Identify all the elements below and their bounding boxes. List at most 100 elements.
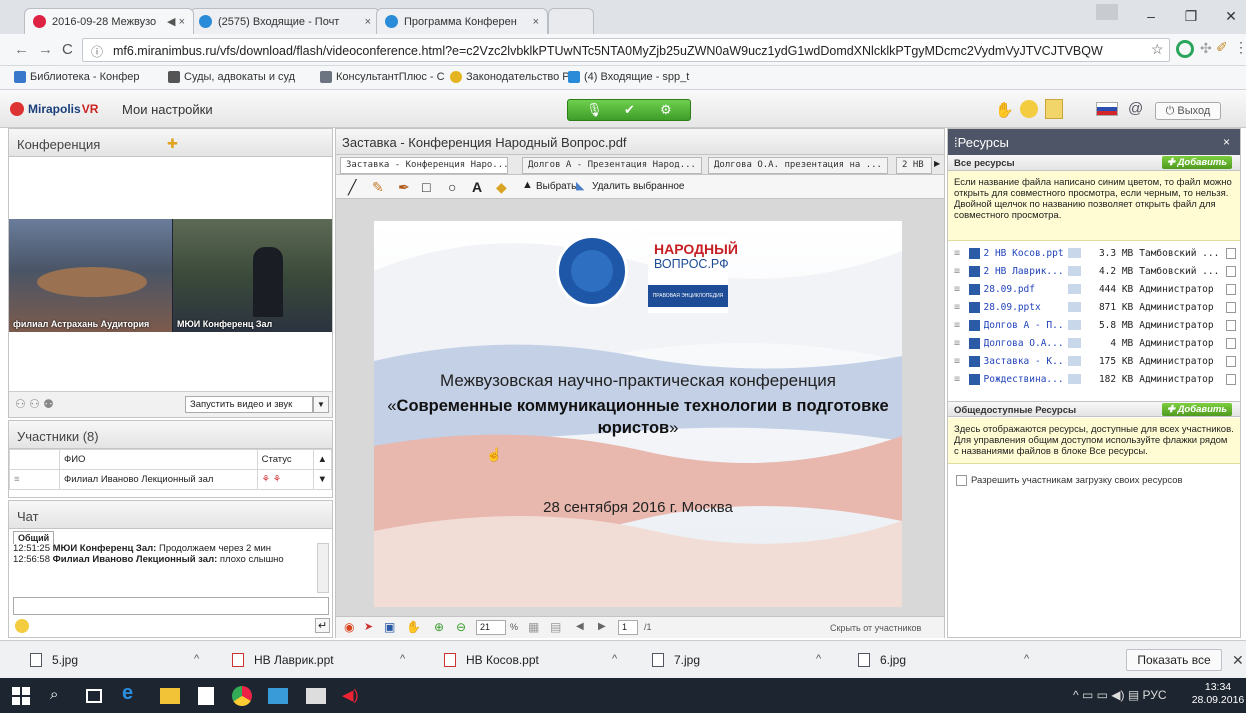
resource-row[interactable]: ≡ Рождествина... 182 KB Администратор xyxy=(954,371,1236,387)
allow-upload-checkbox[interactable]: Разрешить участникам загрузку своих ресу… xyxy=(956,475,1183,486)
resource-name[interactable]: 28.09.pdf xyxy=(984,284,1066,295)
fit-page-icon[interactable]: ▤ xyxy=(550,620,561,634)
preview-icon[interactable] xyxy=(1067,338,1081,348)
chrome-icon[interactable] xyxy=(232,686,252,706)
video-tile-myui[interactable]: МЮИ Конференц Зал xyxy=(173,219,332,332)
browser-tab-conference[interactable]: 2016-09-28 Межвузо ◀ × xyxy=(24,8,194,34)
preview-icon[interactable] xyxy=(1067,320,1081,330)
doc-tab-dolgov[interactable]: Долгов А - Презентация Народ... xyxy=(522,157,702,174)
chevron-right-icon[interactable]: ▶ xyxy=(934,159,940,168)
hide-from-participants-link[interactable]: Скрыть от участников xyxy=(830,623,921,633)
app-icon[interactable] xyxy=(268,688,288,704)
info-icon[interactable]: ⓘ xyxy=(91,43,103,60)
drag-handle-icon[interactable]: ≡ xyxy=(954,266,965,277)
exit-button[interactable]: ⏻ Выход xyxy=(1155,102,1221,120)
resource-row[interactable]: ≡ 28.09.pdf 444 KB Администратор xyxy=(954,281,1236,297)
drag-handle-icon[interactable]: ≡ xyxy=(954,374,965,385)
share-checkbox[interactable] xyxy=(1225,283,1236,295)
marker-icon[interactable]: ✒ xyxy=(398,179,410,196)
share-checkbox[interactable] xyxy=(1225,247,1236,259)
edge-icon[interactable]: e xyxy=(122,682,142,704)
share-checkbox[interactable] xyxy=(1225,319,1236,331)
photos-icon[interactable] xyxy=(306,688,326,704)
chevron-up-icon[interactable]: ^ xyxy=(400,653,405,665)
select-button[interactable]: Выбрать xyxy=(536,181,576,192)
doc-tab-nv[interactable]: 2 НВ xyxy=(896,157,932,174)
eraser-icon[interactable]: ◆ xyxy=(496,179,507,196)
doc-tab-splash[interactable]: Заставка - Конференция Наро... xyxy=(340,157,508,174)
resource-name[interactable]: 2 НВ Лаврик... xyxy=(984,266,1066,277)
select-icon[interactable]: ▲ xyxy=(522,179,533,191)
drag-handle-icon[interactable]: ≡ xyxy=(954,284,965,295)
store-icon[interactable] xyxy=(198,687,214,705)
url-bar[interactable]: ⓘ mf6.miranimbus.ru/vfs/download/flash/v… xyxy=(82,38,1170,62)
scrollbar[interactable]: ▼ xyxy=(312,469,333,490)
download-item[interactable]: 6.jpg xyxy=(858,653,906,667)
download-item[interactable]: НВ Лаврик.ppt xyxy=(232,653,334,667)
chat-scrollbar[interactable] xyxy=(317,543,329,593)
scrollbar[interactable]: ▲ xyxy=(312,449,333,470)
speaker-icon[interactable]: ◀) xyxy=(342,686,362,706)
resource-name[interactable]: Рождествина... xyxy=(984,374,1066,385)
add-public-resource-button[interactable]: ✚ Добавить xyxy=(1162,403,1232,416)
download-item[interactable]: НВ Косов.ppt xyxy=(444,653,539,667)
close-window-button[interactable]: ✕ xyxy=(1216,6,1246,26)
zoom-in-icon[interactable]: ⊕ xyxy=(434,620,444,634)
hand-icon[interactable]: ✋ xyxy=(995,101,1014,119)
emoji-icon[interactable] xyxy=(1020,100,1038,118)
zoom-input[interactable]: 21 xyxy=(476,620,506,635)
checkbox[interactable] xyxy=(956,475,967,486)
profile-icon[interactable] xyxy=(1096,4,1118,20)
drag-handle-icon[interactable]: ≡ xyxy=(954,356,965,367)
bookmark-law[interactable]: Законодательство Ро xyxy=(450,71,575,83)
emoji-icon[interactable] xyxy=(15,619,29,633)
search-icon[interactable]: ⌕ xyxy=(50,686,70,706)
preview-icon[interactable] xyxy=(1067,266,1081,276)
system-tray[interactable]: ^ ▭ ▭ ◀) ▤ РУС xyxy=(1073,688,1167,702)
bookmark-consultant[interactable]: КонсультантПлюс - С xyxy=(320,71,445,83)
close-icon[interactable]: ✕ xyxy=(1232,652,1244,669)
drag-handle-icon[interactable]: ≡ xyxy=(954,302,965,313)
share-checkbox[interactable] xyxy=(1225,337,1236,349)
video-tile-astrakhan[interactable]: филиал Астрахань Аудитория xyxy=(9,219,172,332)
star-icon[interactable]: ☆ xyxy=(1151,41,1164,58)
delete-selected-button[interactable]: Удалить выбранное xyxy=(592,181,684,192)
fit-width-icon[interactable]: ▦ xyxy=(528,620,539,634)
reload-icon[interactable]: C xyxy=(62,41,73,58)
save-icon[interactable]: ▣ xyxy=(384,620,395,634)
chevron-down-icon[interactable]: ▼ xyxy=(313,396,329,413)
resource-name[interactable]: 28.09.pptx xyxy=(984,302,1066,313)
maximize-button[interactable]: ❐ xyxy=(1176,6,1206,26)
chat-input[interactable] xyxy=(13,597,329,615)
resource-name[interactable]: Долгов А - П... xyxy=(984,320,1066,331)
resource-row[interactable]: ≡ 2 НВ Лаврик... 4.2 MB Тамбовский ... xyxy=(954,263,1236,279)
arrow-icon[interactable]: ➤ xyxy=(364,620,373,633)
resource-name[interactable]: Заставка - К... xyxy=(984,356,1066,367)
hand-tool-icon[interactable]: ✋ xyxy=(406,620,421,634)
download-item[interactable]: 5.jpg xyxy=(30,653,78,667)
settings-icon[interactable]: ⚙ xyxy=(660,102,672,118)
microphone-icon[interactable]: 🎙 xyxy=(586,102,603,118)
my-settings-link[interactable]: Мои настройки xyxy=(122,102,213,117)
share-checkbox[interactable] xyxy=(1225,301,1236,313)
resource-row[interactable]: ≡ Долгов А - П... 5.8 MB Администратор xyxy=(954,317,1236,333)
resource-row[interactable]: ≡ Долгова О.А... 4 MB Администратор xyxy=(954,335,1236,351)
drag-handle-icon[interactable]: ≡ xyxy=(954,320,965,331)
preview-icon[interactable] xyxy=(1067,356,1081,366)
preview-icon[interactable] xyxy=(1067,284,1081,294)
clock[interactable]: 13:34 28.09.2016 xyxy=(1190,681,1246,707)
resource-name[interactable]: Долгова О.А... xyxy=(984,338,1066,349)
zoom-out-icon[interactable]: ⊖ xyxy=(456,620,466,634)
resource-row[interactable]: ≡ 28.09.pptx 871 KB Администратор xyxy=(954,299,1236,315)
audio-icon[interactable]: ◀ × xyxy=(167,15,185,28)
drag-handle-icon[interactable]: ≡ xyxy=(954,248,965,259)
chevron-up-icon[interactable]: ^ xyxy=(816,653,821,665)
notes-icon[interactable] xyxy=(1045,99,1063,119)
share-checkbox[interactable] xyxy=(1225,373,1236,385)
preview-icon[interactable] xyxy=(1067,374,1081,384)
chevron-up-icon[interactable]: ^ xyxy=(194,653,199,665)
drag-handle-icon[interactable]: ≡ xyxy=(954,338,965,349)
share-checkbox[interactable] xyxy=(1225,265,1236,277)
close-icon[interactable]: × xyxy=(1223,135,1230,149)
preview-icon[interactable] xyxy=(1067,302,1081,312)
